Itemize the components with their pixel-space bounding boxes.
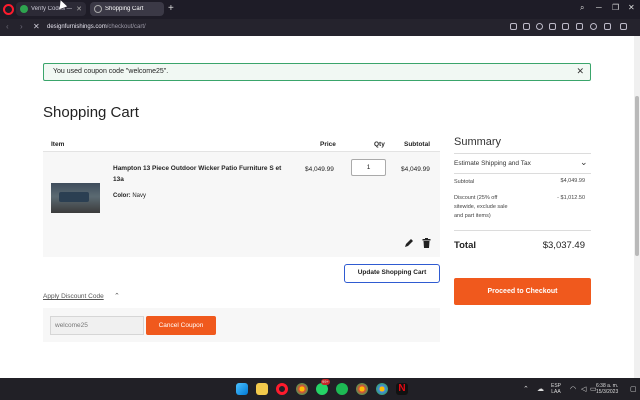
windows-taskbar: 99+ N ⌃ ☁ ESP LAA ◠ ◁ ▭ 6:38 a. m. 15/3/… [0,378,640,400]
page-scrollbar[interactable] [634,36,640,378]
forward-icon[interactable]: › [20,22,23,31]
show-hidden-icons-chevron-icon[interactable]: ⌃ [523,385,529,393]
divider [454,230,591,231]
loading-favicon-icon [94,5,102,13]
alert-message: You used coupon code "welcome25". [53,68,169,75]
language-indicator[interactable]: ESP LAA [551,383,561,395]
wifi-icon[interactable]: ◠ [570,385,576,393]
tab-label: Verify Codes — Simpl [31,6,73,12]
page-title: Shopping Cart [43,104,139,121]
search-tabs-icon[interactable]: ⌕ [580,3,584,13]
product-color: Color: Navy [113,193,146,199]
chrome-icon[interactable] [296,383,308,395]
cancel-coupon-button[interactable]: Cancel Coupon [146,316,216,335]
discount-code-input[interactable]: welcome25 [50,316,144,335]
summary-title: Summary [454,136,502,148]
tab-shopping-cart[interactable]: Shopping Cart [90,2,164,16]
file-explorer-icon[interactable] [256,383,268,395]
discount-label-line1: Discount (25% off [454,195,498,201]
url-path: /checkout/cart/ [106,24,146,30]
discount-label-line2: sitewide, exclude sale [454,204,508,210]
chrome-profile-2-icon[interactable] [376,383,388,395]
stop-loading-icon[interactable]: ✕ [33,22,40,31]
product-name[interactable]: Hampton 13 Piece Outdoor Wicker Patio Fu… [113,163,291,185]
check-favicon-icon [20,5,28,13]
tab-label: Shopping Cart [105,6,144,12]
item-price: $4,049.99 [305,166,334,173]
keyboard-layout: LAA [551,389,561,395]
chevron-down-icon[interactable]: ⌄ [580,157,588,168]
clock-date: 15/3/2023 [596,389,619,395]
subtotal-value: $4,049.99 [560,178,585,184]
clock[interactable]: 6:38 a. m. 15/3/2023 [596,383,618,395]
netflix-icon[interactable]: N [396,383,408,395]
url-field[interactable]: designfurnishings.com/checkout/cart/ [47,24,146,30]
subtotal-label: Subtotal [454,179,475,185]
cloud-sync-icon[interactable]: ☁ [537,385,544,393]
discount-label-line3: and part items) [454,213,491,219]
product-image[interactable] [51,183,100,213]
spotify-icon[interactable] [336,383,348,395]
apply-discount-toggle[interactable]: Apply Discount Code [43,293,104,300]
discount-value: - $1,012.50 [557,195,585,201]
coupon-success-alert: You used coupon code "welcome25". ✕ [43,63,591,81]
close-window-icon[interactable]: ✕ [628,3,635,12]
color-label: Color: [113,193,131,199]
divider [454,173,591,174]
total-value: $3,037.49 [542,240,585,251]
new-tab-plus-icon[interactable]: + [168,3,174,15]
item-subtotal: $4,049.99 [401,166,430,173]
maximize-icon[interactable]: ❐ [612,3,619,12]
vpn-icon[interactable] [536,23,543,30]
profile-icon[interactable] [590,23,597,30]
chrome-profile-icon[interactable] [356,383,368,395]
estimate-shipping-toggle[interactable]: Estimate Shipping and Tax [454,160,531,167]
scrollbar-thumb[interactable] [635,96,639,256]
tab-close-icon[interactable]: ✕ [76,5,82,13]
quantity-input[interactable]: 1 [351,159,386,176]
address-bar: ‹ › ✕ designfurnishings.com/checkout/car… [0,19,640,36]
total-label: Total [454,240,476,251]
minimize-icon[interactable]: ─ [596,3,602,12]
camera-icon[interactable] [523,23,530,30]
tab-verify-codes[interactable]: Verify Codes — Simpl ✕ [16,2,86,16]
heart-icon[interactable] [562,23,569,30]
color-value: Navy [132,193,147,199]
volume-icon[interactable]: ◁ [581,385,586,393]
divider [454,153,591,154]
column-header-item: Item [51,141,65,148]
column-header-qty: Qty [374,141,385,148]
download-icon[interactable] [576,23,583,30]
notifications-icon[interactable]: ▢ [630,385,637,393]
proceed-to-checkout-button[interactable]: Proceed to Checkout [454,278,591,305]
windows-start-icon[interactable] [236,383,248,395]
trash-icon[interactable] [422,238,431,248]
opera-taskbar-icon[interactable] [276,383,288,395]
extension-icon[interactable] [510,23,517,30]
back-icon[interactable]: ‹ [6,22,9,31]
player-icon[interactable] [549,23,556,30]
settings-icon[interactable] [620,23,627,30]
menu-icon[interactable] [604,23,611,30]
update-cart-button[interactable]: Update Shopping Cart [344,264,440,283]
close-icon[interactable]: ✕ [576,66,584,77]
edit-pencil-icon[interactable] [404,238,414,248]
browser-tab-bar: Verify Codes — Simpl ✕ Shopping Cart + ⌕… [0,0,640,19]
url-host: designfurnishings.com [47,24,107,30]
page-content: You used coupon code "welcome25". ✕ Shop… [0,36,634,378]
chevron-up-icon[interactable]: ⌃ [114,292,120,300]
column-header-price: Price [320,141,336,148]
column-header-subtotal: Subtotal [404,141,430,148]
opera-logo-icon[interactable] [3,4,14,15]
notification-badge: 99+ [321,379,330,385]
